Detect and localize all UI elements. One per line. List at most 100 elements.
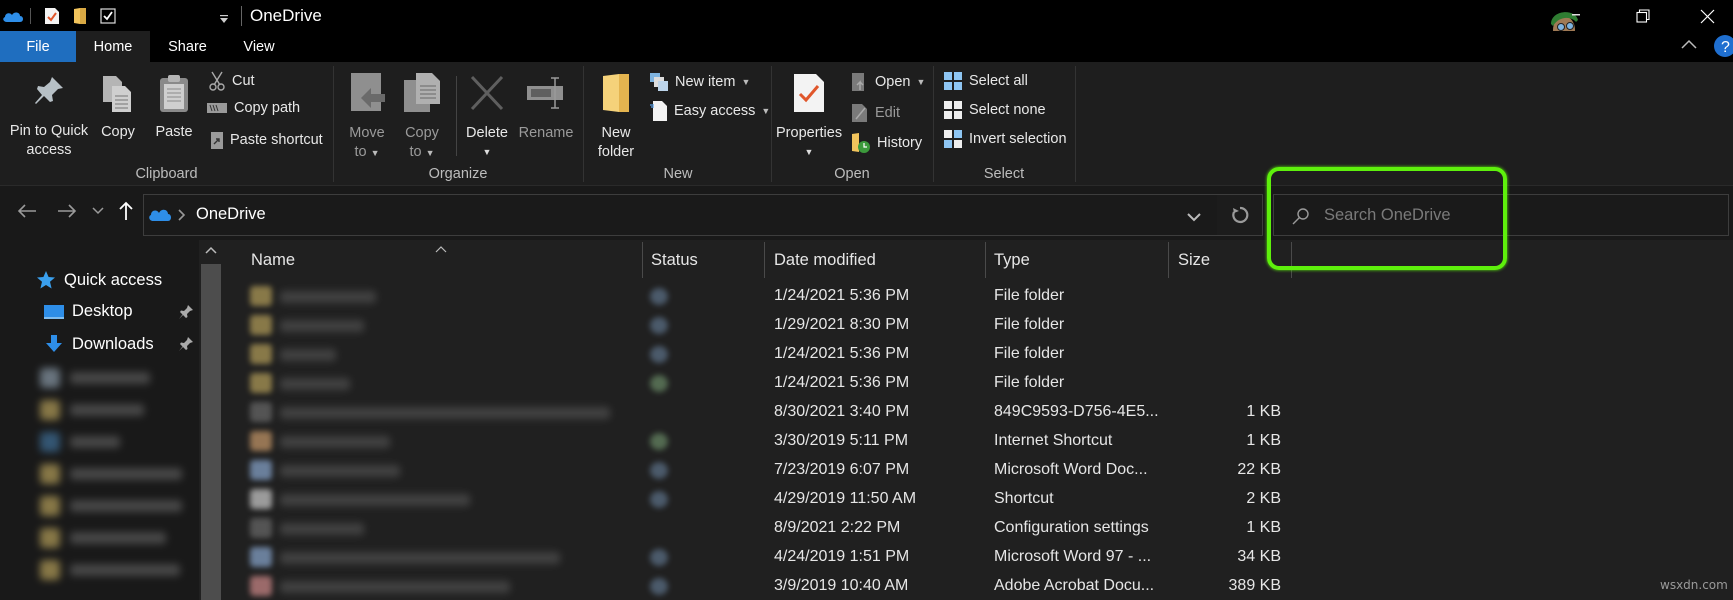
close-button[interactable]: [1684, 0, 1730, 32]
tab-file[interactable]: File: [0, 31, 76, 62]
file-date-modified: 8/9/2021 2:22 PM: [774, 519, 901, 536]
column-divider[interactable]: [642, 242, 643, 278]
column-divider[interactable]: [1291, 242, 1292, 278]
recent-locations-button[interactable]: [88, 196, 108, 226]
search-box[interactable]: [1273, 194, 1729, 236]
file-row[interactable]: 1/24/2021 5:36 PM File folder: [224, 369, 1733, 398]
properties-button[interactable]: Properties ▼: [776, 72, 842, 162]
refresh-button[interactable]: [1217, 194, 1263, 236]
copy-to-button[interactable]: Copy to ▼: [400, 72, 444, 163]
paste-shortcut-button[interactable]: Paste shortcut: [210, 130, 323, 150]
sync-status-icon: [650, 462, 668, 479]
sync-status-icon: [650, 288, 668, 305]
copy-path-icon: [207, 103, 227, 113]
file-row[interactable]: 8/9/2021 2:22 PM Configuration settings 1 …: [224, 514, 1733, 543]
delete-button[interactable]: Delete ▼: [463, 72, 511, 162]
ribbon-tabs: File Home Share View ?: [0, 31, 1733, 62]
clipboard-group-label: Clipboard: [135, 166, 198, 182]
file-row[interactable]: 3/9/2019 10:40 AM Adobe Acrobat Docu... 38…: [224, 572, 1733, 600]
nav-item-redacted[interactable]: [40, 496, 182, 516]
file-row[interactable]: 7/23/2019 6:07 PM Microsoft Word Doc... 22…: [224, 456, 1733, 485]
rename-button[interactable]: Rename: [517, 72, 575, 143]
file-row[interactable]: 1/29/2021 8:30 PM File folder: [224, 311, 1733, 340]
column-header-status[interactable]: Status: [651, 240, 698, 280]
pin-icon[interactable]: [178, 336, 194, 357]
nav-item-redacted[interactable]: [40, 368, 150, 388]
minimize-ribbon-button[interactable]: [1680, 37, 1698, 56]
search-icon: [1292, 207, 1310, 230]
new-group-label: New: [663, 166, 693, 182]
move-to-button[interactable]: Move to ▼: [345, 72, 389, 163]
file-name-redacted: [280, 552, 560, 564]
help-button[interactable]: ?: [1713, 34, 1733, 63]
chevron-down-icon: [92, 207, 104, 215]
select-all-button[interactable]: Select all: [943, 71, 1028, 91]
nav-desktop[interactable]: Desktop: [44, 302, 133, 321]
nav-quick-access[interactable]: Quick access: [36, 270, 162, 290]
nav-item-redacted[interactable]: [40, 432, 120, 452]
nav-item-redacted[interactable]: [40, 528, 166, 548]
search-input[interactable]: [1324, 195, 1714, 235]
column-divider[interactable]: [985, 242, 986, 278]
customize-dropdown-icon[interactable]: [219, 11, 229, 29]
tab-home[interactable]: Home: [76, 31, 150, 62]
forward-button[interactable]: [52, 196, 82, 226]
nav-item-label-redacted: [70, 564, 180, 576]
pin-to-quick-access-button[interactable]: Pin to Quick access: [6, 74, 92, 160]
new-folder-icon[interactable]: [73, 7, 87, 30]
easy-access-button[interactable]: Easy access ▼: [650, 100, 770, 122]
file-row[interactable]: 4/24/2019 1:51 PM Microsoft Word 97 - ...…: [224, 543, 1733, 572]
column-divider[interactable]: [1168, 242, 1169, 278]
file-row[interactable]: 3/30/2019 5:11 PM Internet Shortcut 1 KB: [224, 427, 1733, 456]
cut-button[interactable]: Cut: [208, 71, 255, 91]
edit-button[interactable]: Edit: [851, 103, 900, 123]
address-history-dropdown[interactable]: [1187, 209, 1201, 227]
file-row[interactable]: 1/24/2021 5:36 PM File folder: [224, 340, 1733, 369]
dropdown-caret-icon: ▼: [741, 77, 751, 87]
nav-downloads[interactable]: Downloads: [44, 334, 154, 354]
breadcrumb-onedrive[interactable]: OneDrive: [196, 205, 266, 224]
chevron-down-icon: [1187, 213, 1201, 222]
tab-share[interactable]: Share: [150, 31, 225, 62]
new-item-button[interactable]: New item ▼: [649, 72, 750, 92]
scrollbar-thumb[interactable]: [201, 264, 221, 600]
pin-icon[interactable]: [178, 304, 194, 325]
column-divider[interactable]: [764, 242, 765, 278]
nav-item-redacted[interactable]: [40, 464, 182, 484]
easy-access-icon: [650, 101, 667, 121]
column-header-name[interactable]: Name: [251, 240, 295, 280]
nav-item-redacted[interactable]: [40, 400, 144, 420]
file-date-modified: 8/30/2021 3:40 PM: [774, 403, 910, 420]
new-folder-button[interactable]: New folder: [594, 72, 638, 162]
select-none-button[interactable]: Select none: [943, 100, 1046, 120]
file-row[interactable]: 8/30/2021 3:40 PM 849C9593-D756-4E5... 1 K…: [224, 398, 1733, 427]
restore-button[interactable]: [1620, 0, 1666, 32]
up-button[interactable]: [114, 196, 138, 226]
history-button[interactable]: History: [851, 132, 922, 154]
paste-button[interactable]: Paste: [154, 74, 194, 142]
nav-item-redacted[interactable]: [40, 560, 180, 580]
sync-status-icon: [650, 549, 668, 566]
tab-view[interactable]: View: [225, 31, 293, 62]
scroll-up-button[interactable]: [203, 242, 219, 258]
properties-icon[interactable]: [44, 7, 60, 30]
file-name-redacted: [280, 465, 400, 477]
column-header-size[interactable]: Size: [1178, 240, 1210, 280]
open-button[interactable]: Open ▼: [851, 72, 925, 92]
copy-button[interactable]: Copy: [98, 74, 138, 142]
help-icon: ?: [1714, 35, 1733, 57]
file-size: 1 KB: [1246, 432, 1281, 449]
address-bar[interactable]: OneDrive: [143, 194, 1229, 236]
invert-selection-button[interactable]: Invert selection: [943, 129, 1067, 149]
column-header-type[interactable]: Type: [994, 240, 1030, 280]
download-arrow-icon: [46, 335, 62, 352]
file-row[interactable]: 4/29/2019 11:50 AM Shortcut 2 KB: [224, 485, 1733, 514]
checkbox-icon[interactable]: [100, 8, 116, 29]
back-button[interactable]: [12, 196, 42, 226]
nav-pane-scrollbar[interactable]: [199, 240, 223, 600]
copy-path-button[interactable]: Copy path: [206, 100, 300, 116]
nav-item-icon: [40, 432, 60, 452]
file-row[interactable]: 1/24/2021 5:36 PM File folder: [224, 282, 1733, 311]
column-header-date-modified[interactable]: Date modified: [774, 240, 876, 280]
copy-icon: [103, 76, 131, 112]
